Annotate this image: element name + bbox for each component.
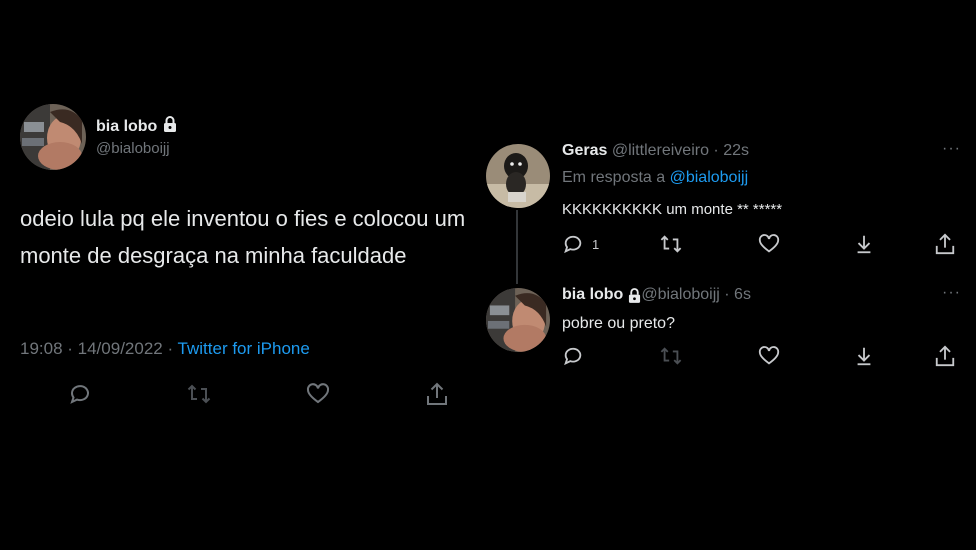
reply2-download-button[interactable] <box>853 345 875 367</box>
reply2-retweet-button[interactable] <box>659 345 683 367</box>
reply2-more-icon[interactable]: ··· <box>942 284 961 302</box>
reply2-like-button[interactable] <box>758 345 780 367</box>
reply1-like-button[interactable] <box>758 233 780 255</box>
reply1-reply-count: 1 <box>592 236 600 252</box>
main-tweet-text: odeio lula pq ele inventou o fies e colo… <box>20 206 466 268</box>
reply1-share-button[interactable] <box>934 232 956 256</box>
main-display-name-row: bia lobo <box>96 116 177 137</box>
reply2-share-button[interactable] <box>934 344 956 368</box>
main-comment-button[interactable] <box>68 382 92 406</box>
main-retweet-button[interactable] <box>186 382 212 406</box>
reply1-download-button[interactable] <box>853 233 875 255</box>
lock-icon <box>163 116 177 137</box>
download-icon <box>853 233 875 255</box>
share-icon <box>934 344 956 368</box>
reply1-text: KKKKKKKKKK um monte ** ***** <box>562 201 783 218</box>
main-like-button[interactable] <box>306 382 330 406</box>
reply2-display-name[interactable]: bia lobo <box>562 286 623 304</box>
main-handle[interactable]: @bialoboijj <box>96 140 170 157</box>
reply1-comment-button[interactable]: 1 <box>562 233 599 255</box>
retweet-icon <box>659 345 683 367</box>
share-icon <box>934 232 956 256</box>
reply1-header: Geras @littlereiveiro · 22s <box>562 142 749 160</box>
reply1-retweet-button[interactable] <box>659 233 683 255</box>
main-display-name[interactable]: bia lobo <box>96 118 157 136</box>
main-share-button[interactable] <box>425 381 449 407</box>
reply2-text: pobre ou preto? <box>562 315 675 332</box>
main-tweet-timestamp[interactable]: 19:08 · 14/09/2022 · <box>20 339 178 358</box>
reply1-replying-to: Em resposta a @bialoboijj <box>562 169 748 187</box>
main-tweet-meta: 19:08 · 14/09/2022 · Twitter for iPhone <box>20 339 310 359</box>
retweet-icon <box>659 233 683 255</box>
share-icon <box>425 381 449 407</box>
download-icon <box>853 345 875 367</box>
retweet-icon <box>186 382 212 406</box>
replying-to-prefix: Em resposta a <box>562 169 670 186</box>
reply2-comment-button[interactable] <box>562 345 584 367</box>
reply1-handle-time[interactable]: @littlereiveiro · 22s <box>607 142 749 159</box>
lock-icon <box>628 287 641 303</box>
like-icon <box>758 233 780 255</box>
comment-icon <box>68 382 92 406</box>
main-avatar[interactable] <box>20 104 86 170</box>
reply1-more-icon[interactable]: ··· <box>942 140 961 158</box>
comment-icon <box>562 345 584 367</box>
replying-to-mention[interactable]: @bialoboijj <box>670 169 749 186</box>
main-tweet-source[interactable]: Twitter for iPhone <box>178 339 310 358</box>
reply1-avatar[interactable] <box>486 144 550 208</box>
comment-icon <box>562 233 584 255</box>
reply2-handle-time[interactable]: @bialoboijj · 6s <box>641 286 751 304</box>
thread-connector-line <box>516 210 518 284</box>
reply2-avatar[interactable] <box>486 288 550 352</box>
reply1-display-name[interactable]: Geras <box>562 142 607 159</box>
like-icon <box>306 382 330 406</box>
reply2-header: bia lobo @bialoboijj · 6s <box>562 286 751 304</box>
like-icon <box>758 345 780 367</box>
